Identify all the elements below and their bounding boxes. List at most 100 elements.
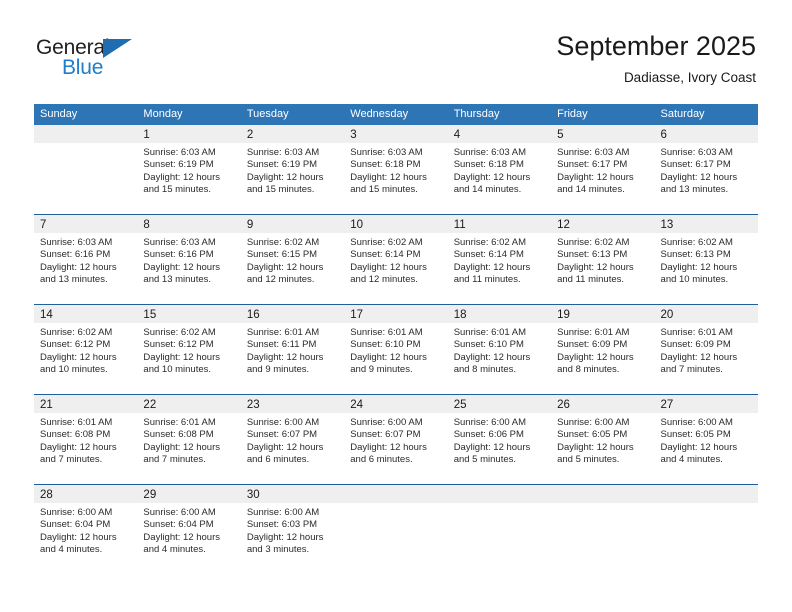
day-sun-info: Sunrise: 6:01 AM Sunset: 6:08 PM Daylight:… xyxy=(137,413,240,467)
calendar-day-cell[interactable]: 26 Sunrise: 6:00 AM Sunset: 6:05 PM Dayligh… xyxy=(551,395,655,484)
daylight-text-line2: and 7 minutes. xyxy=(40,454,103,466)
day-number-band: 25 xyxy=(447,395,552,413)
calendar-day-cell[interactable]: 7 Sunrise: 6:03 AM Sunset: 6:16 PM Daylight… xyxy=(34,215,138,304)
daylight-text-line1: Daylight: 12 hours xyxy=(246,441,324,453)
calendar-day-cell[interactable]: 13 Sunrise: 6:02 AM Sunset: 6:13 PM Dayligh… xyxy=(654,215,758,304)
day-number-band: 9 xyxy=(240,215,345,233)
daylight-text-line1: Daylight: 12 hours xyxy=(660,351,738,363)
sunset-text: Sunset: 6:06 PM xyxy=(453,429,524,441)
day-sun-info: Sunrise: 6:03 AM Sunset: 6:17 PM Daylight:… xyxy=(551,143,654,197)
calendar-day-cell[interactable]: 16 Sunrise: 6:01 AM Sunset: 6:11 PM Dayligh… xyxy=(240,305,345,394)
calendar-day-cell[interactable]: 11 Sunrise: 6:02 AM Sunset: 6:14 PM Dayligh… xyxy=(447,215,552,304)
day-number: 15 xyxy=(143,309,157,321)
daylight-text-line1: Daylight: 12 hours xyxy=(143,441,220,453)
day-number-band: 10 xyxy=(344,215,448,233)
calendar-day-cell[interactable]: 29 Sunrise: 6:00 AM Sunset: 6:04 PM Dayligh… xyxy=(137,485,241,575)
weekday-header-saturday: Saturday xyxy=(660,108,705,120)
daylight-text-line1: Daylight: 12 hours xyxy=(143,531,220,543)
day-number-band: 19 xyxy=(551,305,655,323)
day-sun-info: Sunrise: 6:02 AM Sunset: 6:14 PM Daylight:… xyxy=(344,233,447,287)
day-number-band xyxy=(447,485,552,503)
day-number: 22 xyxy=(143,399,157,411)
calendar-day-cell[interactable]: 22 Sunrise: 6:01 AM Sunset: 6:08 PM Dayligh… xyxy=(137,395,241,484)
daylight-text-line2: and 13 minutes. xyxy=(40,274,108,286)
day-number-band: 15 xyxy=(137,305,241,323)
calendar-day-cell[interactable]: 24 Sunrise: 6:00 AM Sunset: 6:07 PM Dayligh… xyxy=(344,395,448,484)
day-number: 30 xyxy=(246,489,260,501)
calendar-day-cell[interactable]: 15 Sunrise: 6:02 AM Sunset: 6:12 PM Dayligh… xyxy=(137,305,241,394)
calendar-day-cell[interactable]: 4 Sunrise: 6:03 AM Sunset: 6:18 PM Daylight… xyxy=(447,125,552,214)
calendar-day-cell[interactable]: 1 Sunrise: 6:03 AM Sunset: 6:19 PM Daylight… xyxy=(137,125,241,214)
calendar-day-cell-empty xyxy=(34,125,138,214)
day-number: 12 xyxy=(557,219,570,231)
sunset-text: Sunset: 6:13 PM xyxy=(557,249,628,261)
sunrise-text: Sunrise: 6:03 AM xyxy=(40,237,113,248)
calendar-day-cell[interactable]: 3 Sunrise: 6:03 AM Sunset: 6:18 PM Daylight… xyxy=(344,125,448,214)
sunset-text: Sunset: 6:15 PM xyxy=(246,249,318,261)
daylight-text-line1: Daylight: 12 hours xyxy=(40,351,117,363)
day-sun-info: Sunrise: 6:02 AM Sunset: 6:12 PM Daylight:… xyxy=(34,323,137,377)
day-number: 23 xyxy=(246,399,260,411)
day-number: 13 xyxy=(660,219,674,231)
calendar-day-cell[interactable]: 28 Sunrise: 6:00 AM Sunset: 6:04 PM Dayligh… xyxy=(34,485,138,575)
day-sun-info: Sunrise: 6:03 AM Sunset: 6:18 PM Daylight:… xyxy=(344,143,447,197)
daylight-text-line1: Daylight: 12 hours xyxy=(453,441,531,453)
sunrise-text: Sunrise: 6:03 AM xyxy=(557,147,630,158)
daylight-text-line1: Daylight: 12 hours xyxy=(557,351,634,363)
day-number-band: 21 xyxy=(34,395,138,413)
calendar-day-cell[interactable]: 30 Sunrise: 6:00 AM Sunset: 6:03 PM Dayligh… xyxy=(240,485,345,575)
calendar-day-cell[interactable]: 21 Sunrise: 6:01 AM Sunset: 6:08 PM Dayligh… xyxy=(34,395,138,484)
sunset-text: Sunset: 6:19 PM xyxy=(246,159,318,171)
calendar-day-cell[interactable]: 5 Sunrise: 6:03 AM Sunset: 6:17 PM Daylight… xyxy=(551,125,655,214)
sunset-text: Sunset: 6:11 PM xyxy=(246,339,317,351)
sunrise-text: Sunrise: 6:01 AM xyxy=(246,327,320,338)
day-sun-info: Sunrise: 6:00 AM Sunset: 6:07 PM Daylight:… xyxy=(241,413,344,467)
calendar-day-cell[interactable]: 14 Sunrise: 6:02 AM Sunset: 6:12 PM Dayligh… xyxy=(34,305,138,394)
daylight-text-line2: and 7 minutes. xyxy=(660,364,723,376)
calendar-day-cell[interactable]: 12 Sunrise: 6:02 AM Sunset: 6:13 PM Dayligh… xyxy=(551,215,655,304)
calendar-day-cell[interactable]: 6 Sunrise: 6:03 AM Sunset: 6:17 PM Daylight… xyxy=(654,125,758,214)
calendar-day-cell[interactable]: 17 Sunrise: 6:01 AM Sunset: 6:10 PM Dayligh… xyxy=(344,305,448,394)
weekday-header-thursday: Thursday xyxy=(453,108,500,120)
sunset-text: Sunset: 6:04 PM xyxy=(40,519,111,531)
calendar-day-cell[interactable]: 18 Sunrise: 6:01 AM Sunset: 6:10 PM Dayligh… xyxy=(447,305,552,394)
daylight-text-line2: and 4 minutes. xyxy=(40,544,103,556)
day-number-band: 14 xyxy=(34,305,138,323)
calendar-day-cell[interactable]: 10 Sunrise: 6:02 AM Sunset: 6:14 PM Dayligh… xyxy=(344,215,448,304)
sunset-text: Sunset: 6:17 PM xyxy=(557,159,628,171)
day-number-band: 22 xyxy=(137,395,241,413)
day-number-band: 24 xyxy=(344,395,448,413)
daylight-text-line2: and 6 minutes. xyxy=(246,454,310,466)
sunrise-text: Sunrise: 6:00 AM xyxy=(143,507,216,518)
day-number-band: 29 xyxy=(137,485,241,503)
day-number: 9 xyxy=(246,219,254,231)
sunset-text: Sunset: 6:08 PM xyxy=(143,429,214,441)
calendar-day-cell[interactable]: 19 Sunrise: 6:01 AM Sunset: 6:09 PM Dayligh… xyxy=(551,305,655,394)
sunrise-text: Sunrise: 6:03 AM xyxy=(246,147,320,158)
weekday-header-friday: Friday xyxy=(557,108,588,120)
calendar-day-cell[interactable]: 25 Sunrise: 6:00 AM Sunset: 6:06 PM Dayligh… xyxy=(447,395,552,484)
sunset-text: Sunset: 6:05 PM xyxy=(660,429,731,441)
day-number-band: 28 xyxy=(34,485,138,503)
day-sun-info: Sunrise: 6:02 AM Sunset: 6:13 PM Daylight:… xyxy=(551,233,654,287)
calendar-day-cell[interactable]: 27 Sunrise: 6:00 AM Sunset: 6:05 PM Dayligh… xyxy=(654,395,758,484)
day-sun-info: Sunrise: 6:00 AM Sunset: 6:04 PM Daylight:… xyxy=(137,503,240,557)
calendar-day-cell[interactable]: 23 Sunrise: 6:00 AM Sunset: 6:07 PM Dayligh… xyxy=(240,395,345,484)
daylight-text-line2: and 12 minutes. xyxy=(246,274,315,286)
calendar-day-cell[interactable]: 20 Sunrise: 6:01 AM Sunset: 6:09 PM Dayligh… xyxy=(654,305,758,394)
calendar-day-cell[interactable]: 8 Sunrise: 6:03 AM Sunset: 6:16 PM Daylight… xyxy=(137,215,241,304)
daylight-text-line1: Daylight: 12 hours xyxy=(557,261,634,273)
daylight-text-line1: Daylight: 12 hours xyxy=(557,441,634,453)
daylight-text-line1: Daylight: 12 hours xyxy=(143,171,220,183)
calendar-day-cell[interactable]: 9 Sunrise: 6:02 AM Sunset: 6:15 PM Daylight… xyxy=(240,215,345,304)
calendar-day-cell-empty xyxy=(551,485,655,575)
calendar-day-cell[interactable]: 2 Sunrise: 6:03 AM Sunset: 6:19 PM Daylight… xyxy=(240,125,345,214)
sunrise-text: Sunrise: 6:00 AM xyxy=(350,417,423,428)
daylight-text-line2: and 4 minutes. xyxy=(660,454,723,466)
day-number-band: 8 xyxy=(137,215,241,233)
sunset-text: Sunset: 6:07 PM xyxy=(350,429,421,441)
daylight-text-line1: Daylight: 12 hours xyxy=(40,531,117,543)
daylight-text-line1: Daylight: 12 hours xyxy=(660,171,738,183)
day-number: 2 xyxy=(246,129,254,141)
day-number-band: 23 xyxy=(240,395,345,413)
